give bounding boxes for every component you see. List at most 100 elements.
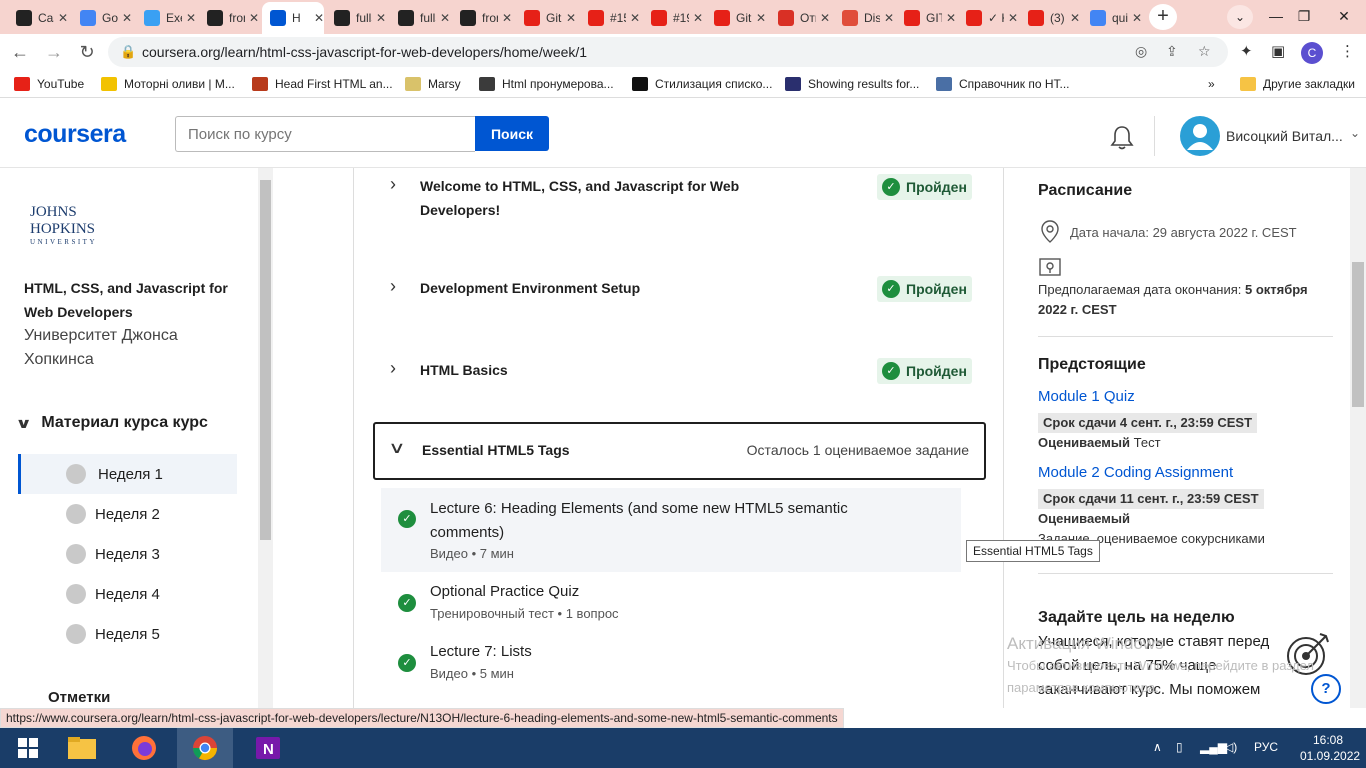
upcoming-item-link[interactable]: Module 2 Coding Assignment <box>1038 464 1233 481</box>
lesson-item-lecture-7[interactable]: ✓ Lecture 7: Lists Видео • 5 мин <box>381 640 961 690</box>
page-scrollbar-thumb[interactable] <box>1352 262 1364 407</box>
lesson-title[interactable]: Lecture 6: Heading Elements (and some ne… <box>430 497 870 545</box>
close-tab-icon[interactable]: ✕ <box>376 11 386 25</box>
close-tab-icon[interactable]: ✕ <box>440 11 450 25</box>
close-tab-icon[interactable]: ✕ <box>693 11 703 25</box>
tray-chevron-icon[interactable]: ∧ <box>1153 740 1162 754</box>
eye-off-icon[interactable]: ◎ <box>1135 43 1147 60</box>
browser-tab[interactable]: fulls ✕ <box>390 4 450 32</box>
browser-tab[interactable]: ✓ K ✕ <box>958 4 1018 32</box>
close-window-button[interactable]: ✕ <box>1322 0 1366 34</box>
week-nav-item[interactable]: Неделя 4 <box>18 574 237 614</box>
more-bookmarks-chevron-icon[interactable]: » <box>1208 75 1215 93</box>
system-clock[interactable]: 16:08 01.09.2022 <box>1300 732 1360 764</box>
lesson-title[interactable]: Lecture 7: Lists <box>430 640 870 664</box>
page-scrollbar[interactable] <box>1350 168 1366 708</box>
chrome-button[interactable] <box>177 728 233 768</box>
browser-tab[interactable]: quir ✕ <box>1082 4 1142 32</box>
close-tab-icon[interactable]: ✕ <box>820 11 830 25</box>
firefox-button[interactable] <box>116 728 172 768</box>
week-nav-item[interactable]: Неделя 1 <box>18 454 237 494</box>
module-html-basics[interactable]: › HTML Basics <box>390 358 770 382</box>
browser-tab[interactable]: #19 ✕ <box>643 4 703 32</box>
other-bookmarks[interactable]: Другие закладки <box>1240 75 1355 93</box>
week-nav-item[interactable]: Неделя 2 <box>18 494 237 534</box>
module-welcome[interactable]: › Welcome to HTML, CSS, and Javascript f… <box>390 174 770 222</box>
coursera-logo[interactable]: coursera <box>24 120 126 149</box>
course-title[interactable]: HTML, CSS, and Javascript for Web Develo… <box>24 276 244 324</box>
bookmark-item[interactable]: Стилизация списко... <box>632 75 772 93</box>
reload-button[interactable]: ↻ <box>75 40 99 64</box>
close-tab-icon[interactable]: ✕ <box>630 11 640 25</box>
chevron-down-icon[interactable]: ⌄ <box>1350 126 1360 140</box>
close-tab-icon[interactable]: ✕ <box>1132 11 1142 25</box>
close-tab-icon[interactable]: ✕ <box>946 11 956 25</box>
browser-tab[interactable]: Отп ✕ <box>770 4 830 32</box>
menu-dots-icon[interactable]: ⋮ <box>1340 42 1355 60</box>
file-explorer-button[interactable] <box>54 728 110 768</box>
address-bar[interactable]: 🔒 coursera.org/learn/html-css-javascript… <box>108 37 1228 67</box>
course-materials-toggle[interactable]: ∨ Материал курса курс <box>15 414 208 432</box>
close-tab-icon[interactable]: ✕ <box>1070 11 1080 25</box>
user-avatar[interactable] <box>1180 116 1220 156</box>
new-tab-button[interactable]: + <box>1149 4 1177 30</box>
bookmark-item[interactable]: YouTube <box>14 75 84 93</box>
close-tab-icon[interactable]: ✕ <box>314 11 324 25</box>
upcoming-item-link[interactable]: Module 1 Quiz <box>1038 388 1135 405</box>
notifications-bell-icon[interactable] <box>1110 125 1134 151</box>
device-icon[interactable]: ▯ <box>1176 740 1183 754</box>
bookmark-item[interactable]: Marsy <box>405 75 461 93</box>
browser-tab[interactable]: Disc ✕ <box>834 4 894 32</box>
browser-tab[interactable]: Git - ✕ <box>516 4 576 32</box>
browser-tab[interactable]: Goo ✕ <box>72 4 132 32</box>
grades-link[interactable]: Отметки <box>48 689 110 706</box>
forward-button[interactable]: → <box>42 40 66 64</box>
share-icon[interactable]: ⇪ <box>1166 43 1178 60</box>
bookmark-item[interactable]: Head First HTML an... <box>252 75 393 93</box>
search-button[interactable]: Поиск <box>475 116 549 151</box>
bookmark-item[interactable]: Html пронумерова... <box>479 75 614 93</box>
help-button[interactable]: ? <box>1311 674 1341 704</box>
week-nav-item[interactable]: Неделя 5 <box>18 614 237 654</box>
extensions-icon[interactable]: ✦ <box>1240 42 1253 60</box>
side-panel-icon[interactable]: ▣ <box>1271 42 1285 60</box>
close-tab-icon[interactable]: ✕ <box>566 11 576 25</box>
browser-tab[interactable]: fron ✕ <box>452 4 512 32</box>
back-button[interactable]: ← <box>8 40 32 64</box>
browser-tab[interactable]: fron ✕ <box>199 4 259 32</box>
restore-button[interactable]: ❐ <box>1282 0 1326 34</box>
close-tab-icon[interactable]: ✕ <box>249 11 259 25</box>
close-tab-icon[interactable]: ✕ <box>1008 11 1018 25</box>
close-tab-icon[interactable]: ✕ <box>756 11 766 25</box>
browser-tab[interactable]: (3) I ✕ <box>1020 4 1080 32</box>
network-icon[interactable]: ▂▄▆ <box>1200 740 1227 754</box>
bookmark-item[interactable]: Showing results for... <box>785 75 919 93</box>
user-name[interactable]: Висоцкий Витал... <box>1226 128 1343 144</box>
close-tab-icon[interactable]: ✕ <box>122 11 132 25</box>
browser-tab[interactable]: H ✕ <box>262 2 324 34</box>
browser-tab[interactable]: Exer ✕ <box>136 4 196 32</box>
browser-tab[interactable]: Cash ✕ <box>8 4 68 32</box>
lesson-item-lecture-6[interactable]: ✓ Lecture 6: Heading Elements (and some … <box>381 488 961 572</box>
module-dev-env[interactable]: › Development Environment Setup <box>390 276 770 300</box>
week-nav-item[interactable]: Неделя 3 <box>18 534 237 574</box>
browser-tab[interactable]: Git - ✕ <box>706 4 766 32</box>
browser-tab[interactable]: GIT. ✕ <box>896 4 956 32</box>
bookmark-star-icon[interactable]: ☆ <box>1198 43 1211 60</box>
browser-tab[interactable]: #15 ✕ <box>580 4 640 32</box>
bookmark-item[interactable]: Моторні оливи | М... <box>101 75 235 93</box>
browser-tab[interactable]: fulls ✕ <box>326 4 386 32</box>
lesson-item-practice-quiz[interactable]: ✓ Optional Practice Quiz Тренировочный т… <box>381 580 961 630</box>
lesson-title[interactable]: Optional Practice Quiz <box>430 580 870 604</box>
start-button[interactable] <box>0 728 56 768</box>
bookmark-item[interactable]: Справочник по HT... <box>936 75 1070 93</box>
language-indicator[interactable]: РУС <box>1254 740 1278 754</box>
profile-avatar[interactable]: C <box>1301 42 1323 64</box>
sidebar-scrollbar-thumb[interactable] <box>260 180 271 540</box>
volume-icon[interactable]: ◁) <box>1224 740 1237 754</box>
module-essential-html5-tags[interactable]: ∨ Essential HTML5 Tags Осталось 1 оценив… <box>373 422 986 480</box>
tab-search-button[interactable]: ⌄ <box>1227 5 1253 29</box>
close-tab-icon[interactable]: ✕ <box>58 11 68 25</box>
close-tab-icon[interactable]: ✕ <box>502 11 512 25</box>
close-tab-icon[interactable]: ✕ <box>884 11 894 25</box>
